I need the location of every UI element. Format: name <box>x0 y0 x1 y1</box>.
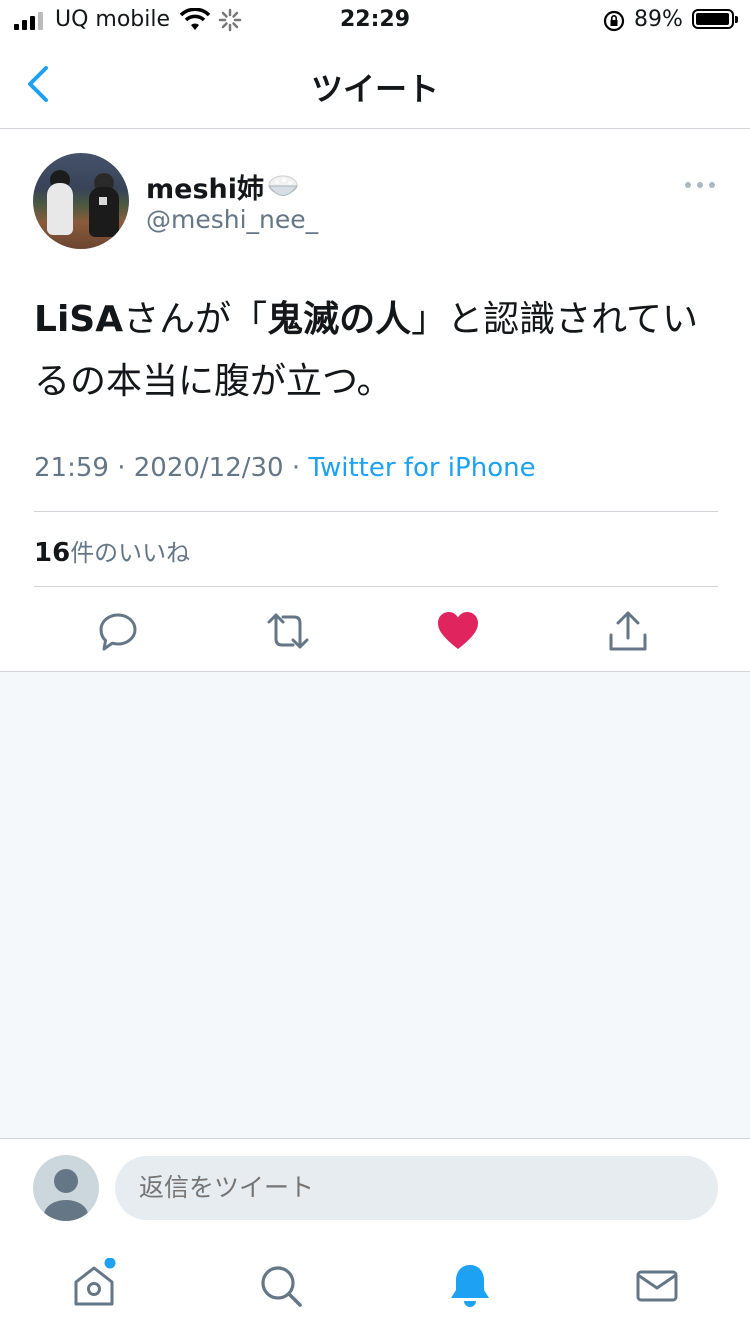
tweet-time: 21:59 <box>34 453 109 483</box>
reply-input[interactable] <box>115 1156 718 1220</box>
page-title: ツイート <box>310 70 439 108</box>
more-options-icon[interactable] <box>684 179 716 191</box>
tweet-actions <box>0 607 750 655</box>
battery-percentage: 89% <box>634 7 683 32</box>
tweet-date: 2020/12/30 <box>133 453 284 483</box>
display-name: meshi姉 <box>146 174 264 205</box>
meta-separator: · <box>117 453 126 483</box>
likes-count-row[interactable]: 16件のいいね <box>34 533 190 568</box>
tweet-text-bold-1: LiSA <box>34 299 124 340</box>
empty-replies-area <box>0 672 750 1138</box>
display-name-row[interactable]: meshi姉 <box>146 167 300 206</box>
tweet-detail: meshi姉 @meshi_nee_ LiSAさんが「鬼滅の人」と認識されている… <box>0 129 750 672</box>
like-heart-icon[interactable] <box>434 607 482 655</box>
tweet-source-link[interactable]: Twitter for iPhone <box>308 453 535 483</box>
tab-bar <box>0 1238 750 1334</box>
battery-icon <box>692 9 738 29</box>
tweet-text-bold-2: 鬼滅の人 <box>267 299 412 340</box>
default-avatar-icon <box>44 1169 88 1221</box>
reply-bar <box>0 1138 750 1239</box>
share-icon[interactable] <box>604 607 652 655</box>
avatar[interactable] <box>33 153 129 249</box>
status-bar: UQ mobile 22:29 89% <box>0 0 750 40</box>
notifications-icon[interactable] <box>442 1258 498 1314</box>
search-icon[interactable] <box>253 1258 309 1314</box>
home-icon[interactable] <box>66 1258 122 1314</box>
likes-label: 件のいいね <box>70 539 191 567</box>
retweet-icon[interactable] <box>264 607 312 655</box>
divider <box>34 586 718 587</box>
user-handle[interactable]: @meshi_nee_ <box>146 205 318 234</box>
orientation-lock-icon <box>603 10 625 32</box>
navigation-bar: ツイート <box>0 40 750 129</box>
tweet-text: LiSAさんが「鬼滅の人」と認識されているの本当に腹が立つ。 <box>34 289 724 413</box>
meta-separator: · <box>291 453 301 483</box>
likes-count: 16 <box>34 538 71 568</box>
my-avatar[interactable] <box>33 1155 99 1221</box>
divider <box>34 511 718 512</box>
messages-icon[interactable] <box>629 1258 685 1314</box>
rice-bowl-icon <box>268 175 298 196</box>
reply-icon[interactable] <box>94 607 142 655</box>
tweet-meta: 21:59 · 2020/12/30 · Twitter for iPhone <box>34 453 536 483</box>
tweet-text-part-2: さんが「 <box>123 299 268 340</box>
